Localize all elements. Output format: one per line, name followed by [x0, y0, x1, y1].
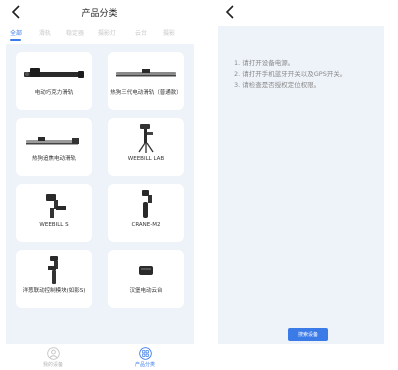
product-card-chocolate-slider[interactable]: 电动巧克力滑轨	[16, 52, 92, 110]
instruction-tip: 2. 请打开手机蓝牙开关以及GPS开关。	[234, 70, 347, 78]
product-label: 电动巧克力滑轨	[34, 90, 74, 96]
search-instructions-area: 1. 请打开设备电源。 2. 请打开手机蓝牙开关以及GPS开关。 3. 请检查是…	[218, 26, 384, 344]
pan-head-product-image	[139, 266, 153, 275]
product-card-crane-m2[interactable]: CRANE-M2	[108, 184, 184, 242]
product-category-screen: 产品分类 全部 滑轨 稳定器 摄影灯 云台 摄影 电动巧克力滑轨 热狗三代电动滑…	[0, 0, 199, 370]
product-card-hotdog-slider-3[interactable]: 热狗三代电动滑轨（普通款）	[108, 52, 184, 110]
product-label: 热狗追焦电动滑轨	[31, 156, 76, 162]
bottom-navigation: 我的设备 产品分类	[0, 344, 199, 370]
nav-label: 我的设备	[42, 362, 63, 368]
product-label: 洋葱联动控制模块(如影S)	[22, 288, 86, 294]
tab-slider[interactable]: 滑轨	[39, 28, 51, 37]
back-arrow-icon[interactable]	[223, 4, 239, 20]
left-top-bar: 产品分类	[0, 0, 199, 26]
instruction-tip: 3. 请检查是否授权定位权限。	[234, 81, 321, 89]
gimbal-product-image	[48, 256, 58, 284]
category-grid-icon	[138, 347, 152, 360]
nav-product-category[interactable]: 产品分类	[120, 347, 170, 368]
product-label: CRANE-M2	[131, 222, 161, 228]
nav-label: 产品分类	[134, 362, 155, 368]
tab-photo[interactable]: 摄影	[163, 28, 175, 37]
category-tabs: 全部 滑轨 稳定器 摄影灯 云台 摄影	[0, 28, 199, 42]
tab-light[interactable]: 摄影灯	[98, 28, 116, 37]
product-label: 汉堡电动云台	[129, 288, 163, 294]
gimbal-product-image	[46, 194, 66, 218]
product-label: WEEBILL S	[39, 222, 69, 228]
product-label: 热狗三代电动滑轨（普通款）	[110, 90, 182, 96]
user-icon	[46, 347, 60, 360]
gimbal-product-image	[138, 124, 154, 153]
slider-product-image	[26, 137, 79, 145]
product-card-weebill-lab[interactable]: WEEBILL LAB	[108, 118, 184, 176]
tab-stabilizer[interactable]: 稳定器	[66, 28, 84, 37]
page-title: 产品分类	[81, 9, 118, 19]
product-card-hamburger-pan-head[interactable]: 汉堡电动云台	[108, 250, 184, 308]
product-label: WEEBILL LAB	[127, 156, 165, 162]
gimbal-product-image	[142, 190, 152, 218]
tab-all[interactable]: 全部	[10, 28, 22, 37]
search-device-button[interactable]: 搜索设备	[288, 328, 328, 341]
nav-my-devices[interactable]: 我的设备	[28, 347, 78, 368]
tab-pan-head[interactable]: 云台	[135, 28, 147, 37]
product-grid: 电动巧克力滑轨 热狗三代电动滑轨（普通款） 热狗追焦电动滑轨 WEEBILL L…	[6, 44, 194, 344]
product-card-weebill-s[interactable]: WEEBILL S	[16, 184, 92, 242]
instruction-tip: 1. 请打开设备电源。	[234, 59, 295, 67]
product-card-hotdog-focus-slider[interactable]: 热狗追焦电动滑轨	[16, 118, 92, 176]
active-tab-indicator	[10, 39, 21, 41]
slider-product-image	[24, 68, 84, 78]
product-card-onion-module[interactable]: 洋葱联动控制模块(如影S)	[16, 250, 92, 308]
slider-product-image	[116, 69, 176, 77]
